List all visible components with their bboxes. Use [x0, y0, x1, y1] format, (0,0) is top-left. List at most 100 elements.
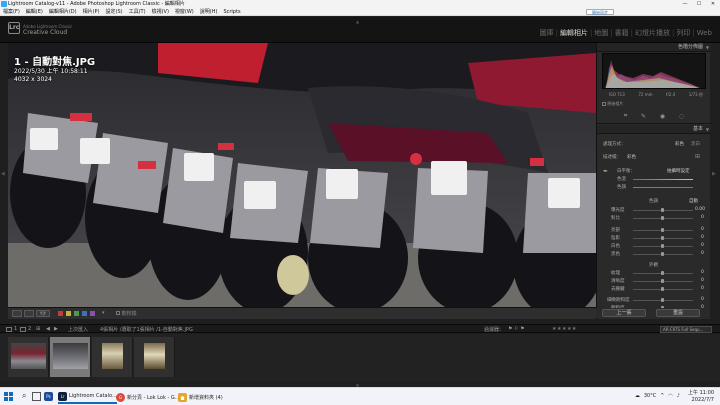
taskbar-app-explorer[interactable]: ▆ 新增資料夾 (4) [178, 390, 223, 404]
color-label-purple[interactable] [90, 311, 95, 316]
rating-filter[interactable]: ★★★★★ [552, 326, 577, 332]
menu-view[interactable]: 檢視(V) [152, 8, 169, 16]
module-book[interactable]: 書籍 [615, 28, 629, 38]
tone-auto-button[interactable]: 自動 [689, 198, 698, 204]
wb-eyedropper-icon[interactable]: ✒ [603, 168, 608, 175]
texture-knob[interactable] [661, 271, 664, 275]
before-after-toggle-icon[interactable]: Y|Y [36, 310, 50, 317]
menu-window[interactable]: 視窗(W) [175, 8, 194, 16]
forward-arrow-icon[interactable]: ▶ [54, 326, 58, 332]
color-label-red[interactable] [58, 311, 63, 316]
color-label-yellow[interactable] [66, 311, 71, 316]
shadows-knob[interactable] [661, 236, 664, 240]
module-library[interactable]: 圖庫 [540, 28, 554, 38]
whites-knob[interactable] [661, 244, 664, 248]
basic-header[interactable]: 基本 ▼ [597, 125, 711, 134]
masking-icon[interactable]: ◌ [679, 113, 684, 120]
menu-photo[interactable]: 相片(P) [83, 8, 100, 16]
module-slideshow[interactable]: 幻燈片播放 [635, 28, 670, 38]
highlights-knob[interactable] [661, 228, 664, 232]
redeye-icon[interactable]: ◉ [660, 113, 665, 120]
flag-filter-icon[interactable]: ⚑ ⚐ ⚑ [508, 326, 525, 332]
dropdown-icon[interactable]: ▾ [102, 310, 105, 316]
grid-view-icon[interactable]: ⊞ [36, 326, 40, 332]
task-view-icon[interactable] [32, 392, 41, 401]
texture-value[interactable]: 0 [701, 270, 704, 275]
wb-value[interactable]: 拍攝時設定 [667, 168, 690, 174]
page-two[interactable]: 2 [28, 326, 31, 332]
search-icon[interactable]: ⌕ [22, 391, 26, 401]
profile-value[interactable]: 彩色 [627, 154, 636, 160]
taskbar-app-chrome[interactable]: G 新分頁 - Lok Lok - G... [116, 390, 180, 404]
loupe-view-button[interactable] [12, 310, 22, 317]
menu-edit[interactable]: 編輯(E) [26, 8, 43, 16]
weather-icon[interactable]: ☁ [635, 393, 640, 399]
minimize-button[interactable]: — [678, 0, 692, 8]
network-icon[interactable]: ◠ [668, 393, 672, 399]
dehaze-knob[interactable] [661, 287, 664, 291]
secondary-window-icon[interactable] [6, 327, 12, 332]
filmstrip-thumb-4[interactable] [134, 337, 175, 377]
menu-help[interactable]: 說明(H) [200, 8, 218, 16]
exposure-knob[interactable] [661, 208, 664, 212]
treatment-bw[interactable]: 黑白 [691, 141, 700, 147]
photoshop-taskbar-icon[interactable]: Ps [44, 392, 53, 401]
module-map[interactable]: 地圖 [594, 28, 608, 38]
menu-scripts[interactable]: Scripts [223, 8, 240, 16]
taskbar-clock[interactable]: 上午 11:00 2022/7/7 [688, 390, 714, 404]
close-button[interactable]: ✕ [706, 0, 720, 8]
loupe-view[interactable]: 1 - 自動對焦.JPG 2022/5/30 上午 10:58:11 4032 … [8, 43, 596, 307]
softproof-checkbox[interactable] [116, 311, 120, 315]
exposure-value[interactable]: 0.00 [695, 207, 705, 212]
previous-button[interactable]: 上一張 [602, 309, 646, 317]
maximize-button[interactable]: ☐ [692, 0, 706, 8]
module-develop[interactable]: 編輯相片 [560, 28, 588, 38]
original-photo-checkbox[interactable] [602, 102, 606, 106]
shadows-value[interactable]: 0 [701, 235, 704, 240]
histogram-header[interactable]: 色階分佈圖 ▼ [597, 43, 711, 52]
contrast-value[interactable]: 0 [701, 215, 704, 220]
taskbar-app-lightroom[interactable]: Lr Lightroom Catalo... [58, 390, 117, 404]
tray-chevron-icon[interactable]: ^ [660, 393, 664, 399]
color-label-blue[interactable] [82, 311, 87, 316]
histogram[interactable] [602, 53, 706, 89]
weather-temp[interactable]: 30°C [644, 393, 656, 399]
temp-slider[interactable] [633, 179, 693, 180]
color-label-green[interactable] [74, 311, 79, 316]
before-after-button[interactable] [24, 310, 34, 317]
menu-tools[interactable]: 工具(T) [129, 8, 146, 16]
blacks-knob[interactable] [661, 252, 664, 256]
volume-icon[interactable]: ♪ [677, 393, 680, 399]
filmstrip-thumb-2[interactable] [50, 337, 91, 377]
filmstrip-thumb-1[interactable] [8, 337, 49, 377]
reset-button[interactable]: 重設 [656, 309, 700, 317]
contrast-knob[interactable] [661, 216, 664, 220]
profile-browser-icon[interactable]: ⊞ [695, 153, 700, 160]
dehaze-value[interactable]: 0 [701, 286, 704, 291]
menu-settings[interactable]: 設定(S) [106, 8, 123, 16]
top-panel-collapse-icon[interactable]: ▲ [356, 19, 359, 24]
back-arrow-icon[interactable]: ◀ [46, 326, 50, 332]
highlights-value[interactable]: 0 [701, 227, 704, 232]
spot-removal-icon[interactable]: ✎ [641, 113, 646, 120]
sync-button[interactable]: 開始同步 [586, 9, 614, 15]
left-panel-collapse-icon[interactable]: ◀ [1, 171, 5, 177]
vibrance-knob[interactable] [661, 298, 664, 302]
tint-slider[interactable] [633, 187, 693, 188]
clarity-value[interactable]: 0 [701, 278, 704, 283]
clarity-knob[interactable] [661, 279, 664, 283]
source-label[interactable]: 上次匯入 [68, 326, 88, 333]
whites-value[interactable]: 0 [701, 243, 704, 248]
menu-develop[interactable]: 編輯相片(D) [49, 8, 77, 16]
vibrance-value[interactable]: 0 [701, 297, 704, 302]
filmstrip-thumb-3[interactable] [92, 337, 133, 377]
grid-icon[interactable] [20, 327, 26, 332]
blacks-value[interactable]: 0 [701, 251, 704, 256]
filter-preset-dropdown[interactable]: AR-CRTS Full Sequ... [660, 326, 712, 333]
treatment-color[interactable]: 彩色 [675, 141, 684, 147]
crop-icon[interactable]: ⌗ [624, 112, 627, 120]
module-print[interactable]: 列印 [676, 28, 690, 38]
right-panel-collapse-icon[interactable]: ▶ [712, 171, 716, 177]
page-one[interactable]: 1 [14, 326, 17, 332]
start-button[interactable] [4, 392, 13, 401]
